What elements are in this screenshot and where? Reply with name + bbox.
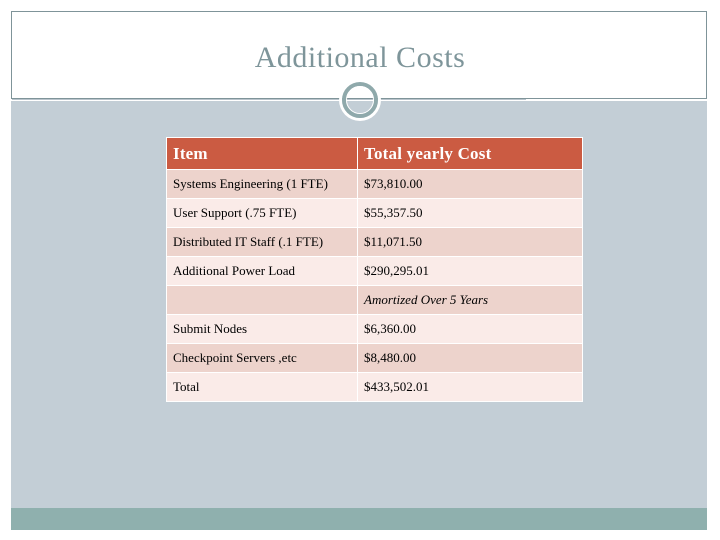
amortization-note-cell: Amortized Over 5 Years [358, 286, 582, 314]
cost-cell: $290,295.01 [358, 257, 582, 285]
slide-footer-bar [11, 508, 707, 530]
total-value-cell: $433,502.01 [358, 373, 582, 401]
column-header-item: Item [167, 138, 357, 169]
item-cell: Additional Power Load [167, 257, 357, 285]
column-header-cost: Total yearly Cost [358, 138, 582, 169]
additional-costs-table: Item Total yearly Cost Systems Engineeri… [166, 137, 583, 402]
cost-cell: $8,480.00 [358, 344, 582, 372]
table-row: Checkpoint Servers ,etc $8,480.00 [167, 344, 582, 372]
table-row: Amortized Over 5 Years [167, 286, 582, 314]
page-title: Additional Costs [254, 41, 466, 74]
item-cell: Systems Engineering (1 FTE) [167, 170, 357, 198]
title-divider-rule [12, 99, 526, 100]
cost-cell: $73,810.00 [358, 170, 582, 198]
item-cell: User Support (.75 FTE) [167, 199, 357, 227]
cost-cell: $11,071.50 [358, 228, 582, 256]
cost-cell: $6,360.00 [358, 315, 582, 343]
table-row: Submit Nodes $6,360.00 [167, 315, 582, 343]
item-cell: Submit Nodes [167, 315, 357, 343]
table-row: Total $433,502.01 [167, 373, 582, 401]
table-row: Systems Engineering (1 FTE) $73,810.00 [167, 170, 582, 198]
table-row: Distributed IT Staff (.1 FTE) $11,071.50 [167, 228, 582, 256]
item-cell: Checkpoint Servers ,etc [167, 344, 357, 372]
table-header-row: Item Total yearly Cost [167, 138, 582, 169]
slide: Additional Costs Item Total yearly Cost … [0, 0, 720, 540]
table-body: Systems Engineering (1 FTE) $73,810.00 Use… [167, 170, 582, 401]
total-label-cell: Total [167, 373, 357, 401]
decorative-ring-inner-icon [346, 86, 374, 114]
item-cell [167, 286, 357, 314]
table-row: Additional Power Load $290,295.01 [167, 257, 582, 285]
table-row: User Support (.75 FTE) $55,357.50 [167, 199, 582, 227]
cost-cell: $55,357.50 [358, 199, 582, 227]
item-cell: Distributed IT Staff (.1 FTE) [167, 228, 357, 256]
